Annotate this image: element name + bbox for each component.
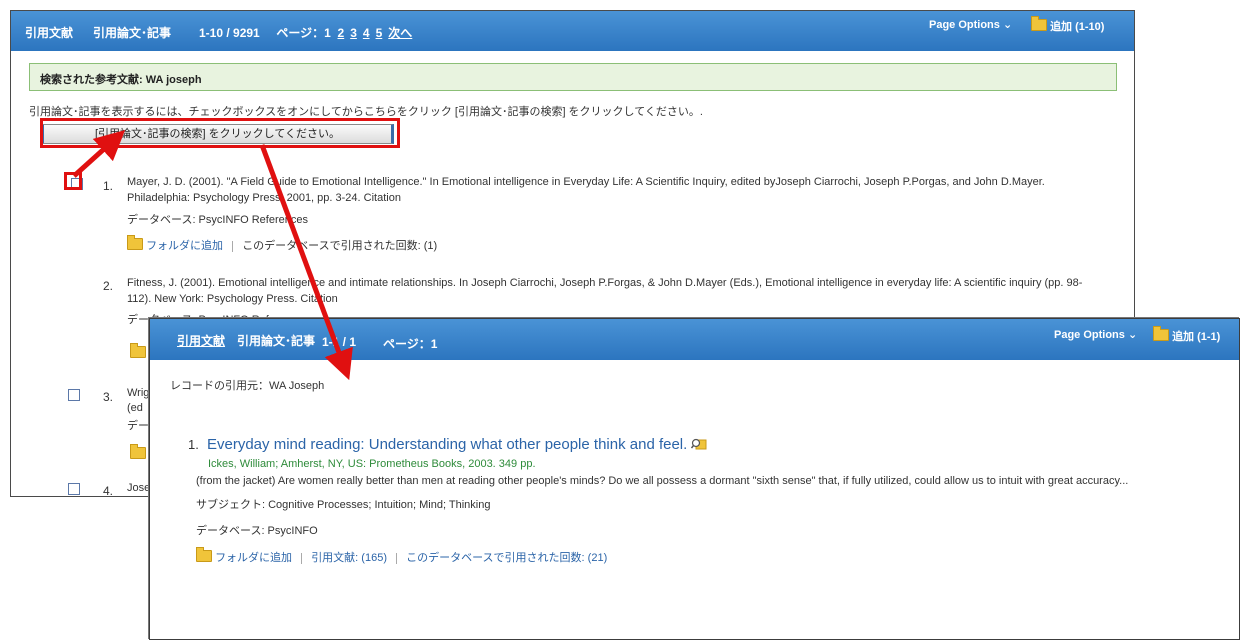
red-arrow xyxy=(72,129,126,178)
red-arrow xyxy=(259,144,353,381)
annotation-arrows xyxy=(72,129,353,381)
